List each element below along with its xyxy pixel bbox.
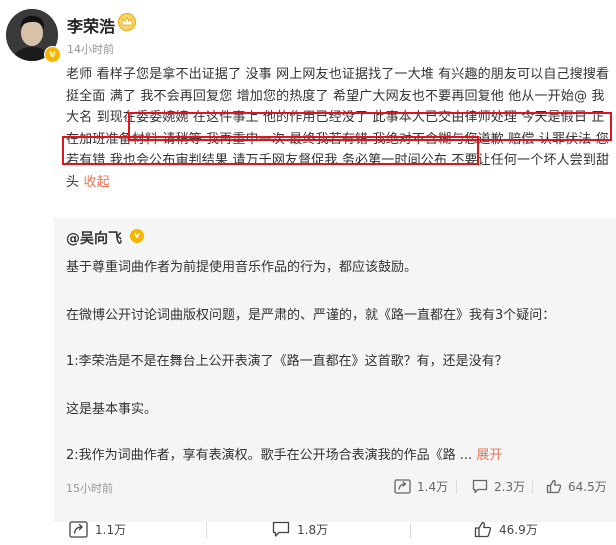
forward-button[interactable]: 1.1万	[69, 521, 126, 538]
collapse-link[interactable]: 收起	[83, 175, 109, 190]
thumbs-up-icon	[546, 479, 562, 494]
expand-link[interactable]: 展开	[476, 448, 502, 463]
divider	[410, 523, 411, 538]
author-name[interactable]: 李荣浩	[67, 13, 115, 37]
comment-button[interactable]: 1.8万	[272, 521, 328, 538]
repost-like-count: 64.5万	[568, 480, 607, 494]
repost-like-button[interactable]: 64.5万	[546, 478, 607, 495]
divider	[532, 480, 533, 494]
forward-count: 1.1万	[95, 523, 127, 537]
repost-line: 这是基本事实。	[66, 402, 158, 417]
comment-icon	[272, 521, 290, 537]
like-count: 46.9万	[499, 523, 538, 537]
repost-line-text: 2:我作为词曲作者，享有表演权。歌手在公开场合表演我的作品《路 ...	[66, 448, 473, 463]
repost-line-truncated: 2:我作为词曲作者，享有表演权。歌手在公开场合表演我的作品《路 ... 展开	[66, 444, 502, 463]
post-body: 老师 看样子您是拿不出证据了 没事 网上网友也证据找了一大堆 有兴趣的朋友可以自…	[66, 64, 614, 194]
repost-line: 1:李荣浩是不是在舞台上公开表演了《路一直都在》这首歌？有，还是没有？	[66, 354, 508, 369]
repost-forward-count: 1.4万	[417, 480, 449, 494]
repost-forward-button[interactable]: 1.4万	[394, 478, 448, 495]
repost-line: 在微博公开讨论词曲版权问题，是严肃的、严谨的，就《路一直都在》我有3个疑问：	[66, 308, 556, 323]
repost-card[interactable]: @吴向飞 v 基于尊重词曲作者为前提使用音乐作品的行为，都应该鼓励。 在微博公开…	[54, 218, 616, 522]
verified-badge: v	[44, 46, 61, 63]
repost-author[interactable]: @吴向飞	[66, 228, 122, 248]
divider	[206, 523, 207, 538]
share-icon	[394, 479, 411, 494]
thumbs-up-icon	[474, 521, 492, 538]
comment-icon	[472, 479, 488, 494]
repost-comment-count: 2.3万	[494, 480, 526, 494]
member-crown-icon[interactable]	[117, 13, 137, 31]
repost-comment-button[interactable]: 2.3万	[472, 478, 525, 495]
like-button[interactable]: 46.9万	[474, 521, 538, 538]
post-time[interactable]: 14小时前	[67, 41, 114, 57]
repost-line: 基于尊重词曲作者为前提使用音乐作品的行为，都应该鼓励。	[66, 260, 418, 275]
repost-verified-icon: v	[130, 229, 144, 243]
divider	[456, 480, 457, 494]
share-icon	[69, 521, 88, 538]
repost-time[interactable]: 15小时前	[66, 480, 113, 496]
comment-count: 1.8万	[297, 523, 329, 537]
